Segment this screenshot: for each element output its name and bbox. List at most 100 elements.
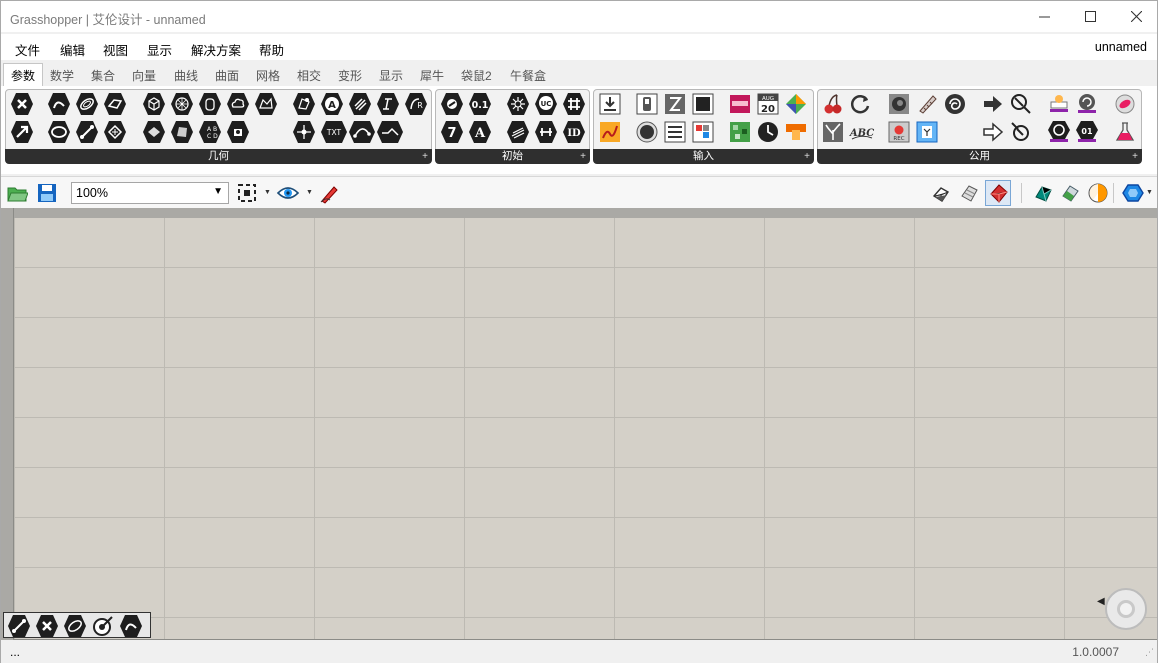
arc-param-button[interactable] [348, 120, 376, 144]
color-param-button[interactable]: UC [534, 92, 558, 116]
flask-button[interactable] [1113, 120, 1137, 144]
calendar-button[interactable]: AUG 20 [756, 92, 780, 116]
panel-expand-icon[interactable]: + [1132, 149, 1138, 164]
tab-mesh[interactable]: 网格 [256, 67, 280, 84]
tab-intersect[interactable]: 相交 [297, 67, 321, 84]
value-list-button[interactable] [663, 120, 687, 144]
atom-param-button[interactable]: A BC D [198, 120, 222, 144]
chevron-down-icon[interactable]: ▼ [264, 189, 271, 196]
color-swatch-button[interactable] [784, 92, 808, 116]
minimize-button[interactable] [1021, 1, 1067, 32]
tab-vector[interactable]: 向量 [132, 67, 156, 84]
pills-button[interactable] [1113, 92, 1137, 116]
surface-param-button[interactable] [103, 92, 127, 116]
cherry-picker-button[interactable] [821, 92, 845, 116]
jump-button[interactable] [1009, 92, 1033, 116]
matrix-param-button[interactable] [562, 92, 586, 116]
radial-dimension-button[interactable]: R [404, 92, 428, 116]
data-input-arrow-button[interactable] [981, 120, 1005, 144]
maximize-button[interactable] [1067, 1, 1113, 32]
data-recorder-button[interactable]: REC [887, 120, 911, 144]
tab-kangaroo2[interactable]: 袋鼠2 [461, 67, 492, 84]
loop-start-button[interactable] [1047, 120, 1071, 144]
menu-edit[interactable]: 编辑 [60, 40, 85, 59]
circle-curve-button[interactable] [47, 120, 71, 144]
text-param-button[interactable]: A [320, 92, 344, 116]
tab-surface[interactable]: 曲面 [215, 67, 239, 84]
chevron-down-icon[interactable]: ▼ [306, 189, 313, 196]
recent-line-button[interactable] [7, 614, 31, 638]
galapagos-button[interactable] [887, 92, 911, 116]
recent-curve-button[interactable] [119, 614, 143, 638]
kangaroo-solver-button[interactable] [943, 92, 967, 116]
menu-help[interactable]: 帮助 [259, 40, 284, 59]
save-file-button[interactable] [34, 180, 60, 206]
fitness-loop-button[interactable] [849, 92, 873, 116]
field-param-button[interactable] [226, 92, 250, 116]
domain-param-button[interactable] [534, 120, 558, 144]
complex-param-button[interactable] [506, 92, 530, 116]
text-string-param-button[interactable]: A [468, 120, 492, 144]
binary-output-button[interactable]: 01 [1075, 120, 1099, 144]
data-input-button[interactable] [598, 92, 622, 116]
tab-params[interactable]: 参数 [3, 63, 44, 87]
surface2-param-button[interactable] [142, 120, 166, 144]
line-param-button[interactable] [75, 120, 99, 144]
preview-mesh-button[interactable] [1057, 180, 1083, 206]
zoom-dropdown[interactable]: 100% ▼ [71, 182, 229, 204]
tab-lunchbox[interactable]: 午餐盒 [510, 67, 546, 84]
jump-back-button[interactable] [1009, 120, 1033, 144]
toggle-button[interactable] [635, 92, 659, 116]
menu-solution[interactable]: 解决方案 [191, 40, 241, 59]
shader-param-button[interactable] [506, 120, 530, 144]
close-button[interactable] [1113, 1, 1158, 32]
tab-sets[interactable]: 集合 [91, 67, 115, 84]
canvas-navigation-widget[interactable]: ◀ [1097, 588, 1147, 630]
panel-button[interactable] [691, 92, 715, 116]
image-sampler-button[interactable] [728, 120, 752, 144]
metaball-button[interactable] [915, 120, 939, 144]
zoom-extents-button[interactable] [234, 180, 260, 206]
bake-button[interactable] [1047, 92, 1071, 116]
location-param-button[interactable] [226, 120, 250, 144]
control-knob-button[interactable] [784, 120, 808, 144]
number-param-button[interactable]: 0.1 [468, 92, 492, 116]
swirl-output-button[interactable] [1075, 92, 1099, 116]
ruler-button[interactable] [915, 92, 939, 116]
box-param-button[interactable] [142, 92, 166, 116]
preview-shaded-button[interactable] [956, 180, 982, 206]
hatch-param-button[interactable] [348, 92, 372, 116]
scribble-tree-button[interactable] [821, 120, 845, 144]
guid-param-button[interactable]: ID [562, 120, 586, 144]
resize-grip-icon[interactable]: ⋰ [1145, 647, 1154, 658]
vector-param-button[interactable] [10, 120, 34, 144]
tab-display[interactable]: 显示 [379, 67, 403, 84]
sketch-button[interactable] [316, 180, 342, 206]
number-slider-button[interactable] [663, 92, 687, 116]
plane-param-button[interactable] [103, 120, 127, 144]
text-tag-button[interactable]: TXT [320, 120, 348, 144]
geometry-cache-button[interactable] [292, 92, 316, 116]
tab-maths[interactable]: 数学 [50, 67, 74, 84]
preview-wireframe-button[interactable] [928, 180, 954, 206]
preview-selected-button[interactable] [985, 180, 1011, 206]
open-file-button[interactable] [4, 180, 30, 206]
geometry-pipeline-button[interactable] [254, 92, 278, 116]
display-settings-button[interactable] [1120, 180, 1146, 206]
scribble-button[interactable]: ABC [849, 120, 875, 144]
button-object-button[interactable] [635, 120, 659, 144]
gradient-button[interactable] [728, 92, 752, 116]
data-output-button[interactable] [981, 92, 1005, 116]
menu-display[interactable]: 显示 [147, 40, 172, 59]
panel-expand-icon[interactable]: + [580, 149, 586, 164]
menu-file[interactable]: 文件 [15, 40, 40, 59]
recent-geometry-button[interactable] [35, 614, 59, 638]
panel-expand-icon[interactable]: + [804, 149, 810, 164]
tab-curve[interactable]: 曲线 [174, 67, 198, 84]
digit-scroller-button[interactable] [691, 120, 715, 144]
integer-param-button[interactable]: 7 [440, 120, 464, 144]
graph-mapper-button[interactable] [598, 120, 622, 144]
polyline-param-button[interactable] [376, 120, 404, 144]
mesh-param-button[interactable] [170, 92, 194, 116]
recent-vector-button[interactable] [91, 614, 115, 638]
